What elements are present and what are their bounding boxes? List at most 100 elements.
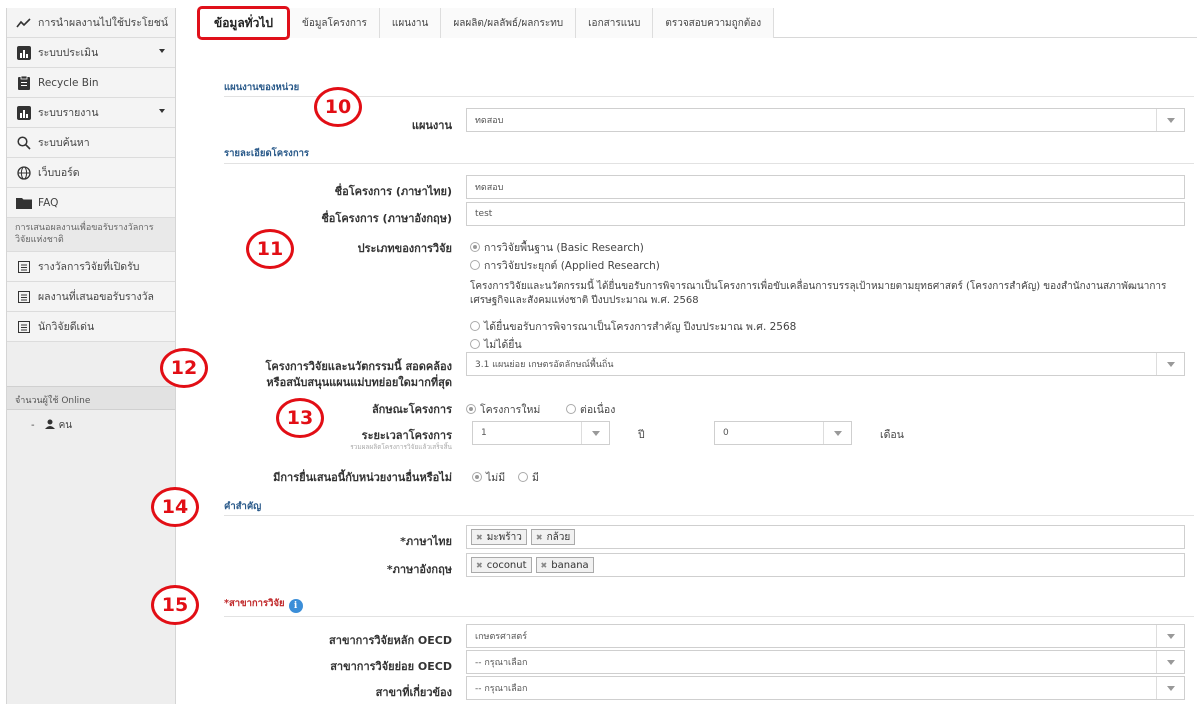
radio-icon [566, 404, 576, 414]
clipboard-icon [16, 75, 32, 91]
remove-tag-icon[interactable]: ✖ [536, 533, 543, 542]
duration-months-unit: เดือน [880, 429, 904, 441]
duration-years-value: 1 [481, 428, 487, 438]
sidebar-item-label: การนำผลงานไปใช้ประโยชน์ [38, 17, 168, 29]
keyword-tag[interactable]: ✖ มะพร้าว [471, 529, 527, 545]
project-name-en-input[interactable]: test [466, 202, 1185, 226]
bar-chart-icon [16, 105, 32, 121]
strategic-submitted-radio[interactable]: ได้ยื่นขอรับการพิจารณาเป็นโครงการสำคัญ ป… [470, 318, 796, 335]
tab-validation[interactable]: ตรวจสอบความถูกต้อง [653, 8, 775, 38]
sidebar-group-heading: การเสนอผลงานเพื่อขอรับรางวัลการวิจัยแห่ง… [7, 218, 175, 252]
plan-select-value: ทดสอบ [475, 116, 504, 126]
sidebar-item-label: FAQ [38, 196, 59, 209]
related-field-select[interactable]: -- กรุณาเลือก [466, 676, 1185, 700]
oecd-sub-select[interactable]: -- กรุณาเลือก [466, 650, 1185, 674]
sidebar-item-open-awards[interactable]: รางวัลการวิจัยที่เปิดรับ [7, 252, 175, 282]
submit-other-no-radio[interactable]: ไม่มี [472, 469, 505, 486]
chevron-down-icon [823, 422, 851, 444]
divider [224, 96, 1194, 97]
strategic-not-submitted-radio[interactable]: ไม่ได้ยื่น [470, 336, 522, 353]
keyword-en-input[interactable]: ✖ coconut ✖ banana [466, 553, 1185, 577]
remove-tag-icon[interactable]: ✖ [476, 561, 483, 570]
annotation-badge-13: 13 [276, 398, 324, 438]
consistency-label-line2: หรือสนับสนุนแผนแม่บทย่อยใดมากที่สุด [266, 376, 452, 389]
section-unit-plan: แผนงานของหน่วย [224, 82, 300, 93]
bar-chart-icon [16, 45, 32, 61]
tab-outputs[interactable]: ผลผลิต/ผลลัพธ์/ผลกระทบ [441, 8, 577, 38]
keyword-tag[interactable]: ✖ coconut [471, 557, 532, 573]
project-name-en-label: ชื่อโครงการ (ภาษาอังกฤษ) [321, 212, 452, 225]
tab-attachments[interactable]: เอกสารแนบ [576, 8, 654, 38]
sidebar-item-label: รางวัลการวิจัยที่เปิดรับ [38, 261, 140, 273]
remove-tag-icon[interactable]: ✖ [541, 561, 548, 570]
master-plan-select[interactable]: 3.1 แผนย่อย เกษตรอัตลักษณ์พื้นถิ่น [466, 352, 1185, 376]
tab-general[interactable]: ข้อมูลทั่วไป [197, 6, 290, 40]
radio-icon [518, 472, 528, 482]
list-icon [16, 319, 32, 335]
nature-continuing-radio[interactable]: ต่อเนื่อง [566, 401, 615, 418]
radio-icon [472, 472, 482, 482]
sidebar-item-reports[interactable]: ระบบรายงาน [7, 98, 175, 128]
annotation-badge-11: 11 [246, 229, 294, 269]
keyword-tag[interactable]: ✖ banana [535, 557, 594, 573]
oecd-main-select[interactable]: เกษตรศาสตร์ [466, 624, 1185, 648]
sidebar-item-submitted-works[interactable]: ผลงานที่เสนอขอรับรางวัล [7, 282, 175, 312]
sidebar-item-outstanding-researcher[interactable]: นักวิจัยดีเด่น [7, 312, 175, 342]
submit-other-yes-radio[interactable]: มี [518, 469, 539, 486]
plan-select[interactable]: ทดสอบ [466, 108, 1185, 132]
keyword-th-label: *ภาษาไทย [400, 535, 452, 548]
nature-new-radio[interactable]: โครงการใหม่ [466, 401, 540, 418]
sidebar-item-label: เว็บบอร์ด [38, 167, 80, 179]
sidebar-item-search[interactable]: ระบบค้นหา [7, 128, 175, 158]
section-project-detail: รายละเอียดโครงการ [224, 148, 310, 159]
duration-sublabel: รวมผลผลิตโครงการวิจัยแล้วเสร็จสิ้น [350, 443, 452, 451]
duration-months-select[interactable]: 0 [714, 421, 852, 445]
radio-icon [466, 404, 476, 414]
tab-bar: ข้อมูลทั่วไป ข้อมูลโครงการ แผนงาน ผลผลิต… [197, 6, 1197, 40]
annotation-badge-10: 10 [314, 87, 362, 127]
duration-years-unit: ปี [638, 429, 645, 441]
globe-icon [16, 165, 32, 181]
info-icon[interactable]: i [288, 599, 303, 613]
folder-icon [16, 195, 32, 211]
chevron-down-icon [1156, 109, 1184, 131]
project-nature-label: ลักษณะโครงการ [371, 403, 452, 416]
search-icon [16, 135, 32, 151]
keyword-th-input[interactable]: ✖ มะพร้าว ✖ กล้วย [466, 525, 1185, 549]
sidebar: การนำผลงานไปใช้ประโยชน์ ระบบประเมิน Recy… [6, 8, 176, 704]
form-area: แผนงานของหน่วย แผนงาน ทดสอบ รายละเอียดโค… [176, 40, 1198, 704]
sidebar-item-label: ระบบค้นหา [38, 137, 90, 149]
strategic-question: โครงการวิจัยและนวัตกรรมนี้ ได้ยื่นขอรับก… [470, 281, 1167, 306]
oecd-sub-label: สาขาการวิจัยย่อย OECD [330, 660, 452, 673]
duration-years-select[interactable]: 1 [472, 421, 610, 445]
keyword-tag[interactable]: ✖ กล้วย [530, 529, 576, 545]
sidebar-item-recycle-bin[interactable]: Recycle Bin [7, 68, 175, 98]
sidebar-item-utilization[interactable]: การนำผลงานไปใช้ประโยชน์ [7, 8, 175, 38]
list-icon [16, 289, 32, 305]
tab-project-info[interactable]: ข้อมูลโครงการ [289, 8, 380, 38]
sidebar-item-faq[interactable]: FAQ [7, 188, 175, 218]
online-users-count: - คน [31, 418, 72, 433]
divider [224, 163, 1194, 164]
divider [224, 515, 1194, 516]
research-type-applied-radio[interactable]: การวิจัยประยุกต์ (Applied Research) [470, 257, 660, 274]
sidebar-item-label: ระบบประเมิน [38, 47, 99, 59]
keyword-en-label: *ภาษาอังกฤษ [386, 563, 452, 576]
online-users-unit: คน [58, 420, 73, 431]
sidebar-item-evaluation[interactable]: ระบบประเมิน [7, 38, 175, 68]
tab-plan[interactable]: แผนงาน [379, 8, 442, 38]
remove-tag-icon[interactable]: ✖ [476, 533, 483, 542]
oecd-main-label: สาขาการวิจัยหลัก OECD [329, 634, 452, 647]
chevron-down-icon [1156, 625, 1184, 647]
duration-months-value: 0 [723, 428, 729, 438]
plan-label: แผนงาน [411, 119, 452, 132]
sidebar-item-label: นักวิจัยดีเด่น [38, 321, 95, 333]
section-keywords: คำสำคัญ [224, 501, 262, 512]
project-name-th-input[interactable]: ทดสอบ [466, 175, 1185, 199]
sidebar-item-label: ระบบรายงาน [38, 107, 99, 119]
chevron-down-icon [1156, 353, 1184, 375]
chevron-down-icon [581, 422, 609, 444]
sidebar-item-webboard[interactable]: เว็บบอร์ด [7, 158, 175, 188]
oecd-main-value: เกษตรศาสตร์ [475, 632, 528, 642]
research-type-basic-radio[interactable]: การวิจัยพื้นฐาน (Basic Research) [470, 239, 644, 256]
